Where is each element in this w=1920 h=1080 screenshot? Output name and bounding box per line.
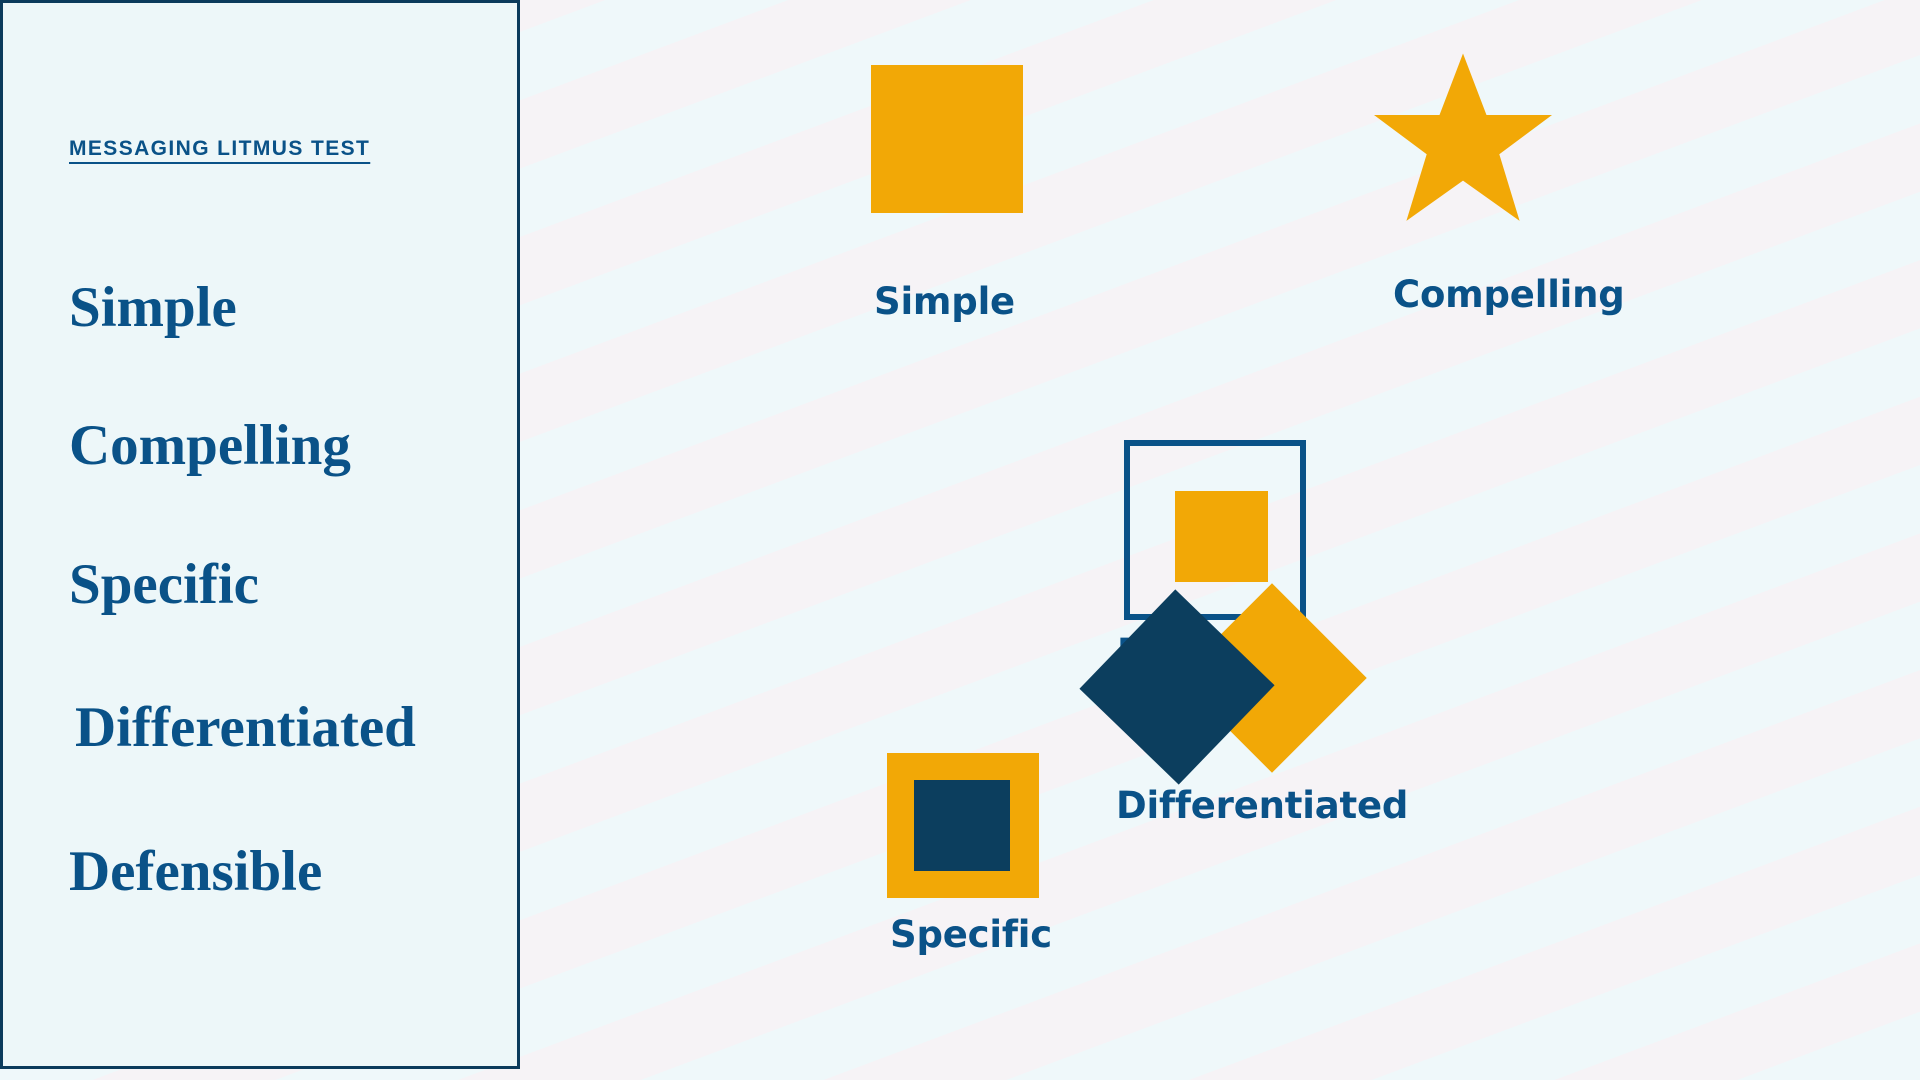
criteria-list-item-simple: Simple	[69, 276, 237, 339]
criteria-list-item-differentiated: Differentiated	[75, 696, 416, 759]
criteria-list-item-specific: Specific	[69, 553, 259, 616]
inner-navy-square-icon	[914, 780, 1010, 871]
slide-canvas: MESSAGING LITMUS TEST Simple Compelling …	[0, 0, 1920, 1080]
diagram-node-caption-specific: Specific	[890, 913, 1052, 956]
criteria-list-item-defensible: Defensible	[69, 840, 323, 903]
square-in-square-icon	[887, 753, 1039, 898]
filled-square-icon	[871, 65, 1023, 213]
diagram-node-caption-compelling: Compelling	[1393, 273, 1625, 316]
star-icon	[1374, 53, 1552, 221]
diagram-node-caption-simple: Simple	[874, 280, 1015, 323]
criteria-list-item-compelling: Compelling	[69, 414, 351, 477]
inner-filled-square-icon	[1175, 491, 1268, 582]
criteria-panel: MESSAGING LITMUS TEST Simple Compelling …	[0, 0, 520, 1069]
panel-eyebrow-label: MESSAGING LITMUS TEST	[69, 137, 371, 160]
diagram-node-caption-differentiated: Differentiated	[1116, 784, 1409, 827]
diagram-stage: Simple Compelling Defensible Specific	[523, 0, 1920, 1080]
